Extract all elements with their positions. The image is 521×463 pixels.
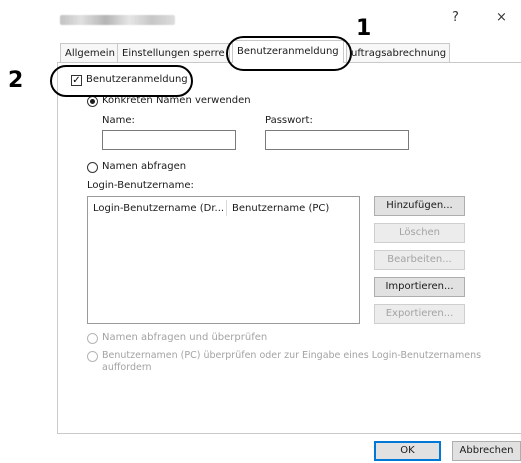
tab-allgemein[interactable]: Allgemein xyxy=(60,43,120,63)
callout-ring-1 xyxy=(226,36,352,71)
window-title-blurred xyxy=(60,15,175,25)
login-user-list-label: Login-Benutzername: xyxy=(87,180,194,191)
radio-verify-pc-user[interactable] xyxy=(87,351,98,362)
column-header-login-user[interactable]: Login-Benutzername (Dr... xyxy=(93,203,224,214)
radio-selected-dot xyxy=(90,99,95,104)
delete-button[interactable]: Löschen xyxy=(374,223,465,243)
export-button[interactable]: Exportieren... xyxy=(374,304,465,324)
ok-button[interactable]: OK xyxy=(374,441,441,461)
radio-verify-pc-user-label-line2: auffordern xyxy=(102,362,152,373)
radio-verify-pc-user-label-line1: Benutzernamen (PC) überprüfen oder zur E… xyxy=(102,350,482,361)
password-label: Passwort: xyxy=(265,115,313,126)
add-button[interactable]: Hinzufügen... xyxy=(374,196,465,216)
radio-prompt-name-label: Namen abfragen xyxy=(102,161,187,172)
password-input[interactable] xyxy=(265,130,409,150)
radio-prompt-and-verify[interactable] xyxy=(87,333,98,344)
import-button[interactable]: Importieren... xyxy=(374,277,465,297)
name-input[interactable] xyxy=(102,130,236,150)
radio-specific-name[interactable] xyxy=(87,96,98,107)
callout-number-2: 2 xyxy=(8,68,24,93)
callout-number-1: 1 xyxy=(356,16,372,41)
help-button[interactable]: ? xyxy=(452,10,459,25)
tab-auftragsabrechnung[interactable]: uftragsabrechnung xyxy=(346,43,450,63)
tab-einstellungen-sperren[interactable]: Einstellungen sperre xyxy=(117,43,230,63)
radio-prompt-and-verify-label: Namen abfragen und überprüfen xyxy=(102,332,268,343)
login-user-list[interactable] xyxy=(87,196,360,324)
edit-button[interactable]: Bearbeiten... xyxy=(374,250,465,270)
column-header-pc-user[interactable]: Benutzername (PC) xyxy=(232,203,329,214)
column-divider xyxy=(226,200,227,216)
close-button[interactable]: × xyxy=(496,10,507,25)
radio-prompt-name[interactable] xyxy=(87,162,98,173)
cancel-button[interactable]: Abbrechen xyxy=(452,441,521,461)
callout-ring-2 xyxy=(50,65,193,97)
name-label: Name: xyxy=(102,115,135,126)
